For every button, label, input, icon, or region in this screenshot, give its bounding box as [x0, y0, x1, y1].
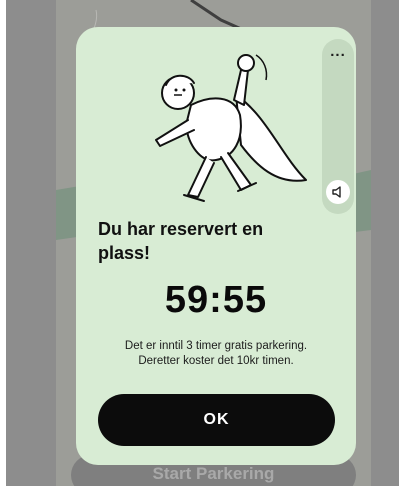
- volume-slider[interactable]: ...: [322, 39, 354, 214]
- app-screen: Start Parkering ... Du har reservert en …: [6, 0, 399, 486]
- celebrating-character-illustration: [155, 54, 307, 202]
- reservation-modal: ... Du har reservert en plass! 59:55 Det…: [76, 27, 356, 465]
- info-line-free: Det er inntil 3 timer gratis parkering.: [124, 340, 308, 352]
- ok-button[interactable]: OK: [98, 394, 335, 446]
- parking-info: Det er inntil 3 timer gratis parkering. …: [86, 339, 346, 369]
- modal-title: Du har reservert en plass!: [98, 219, 264, 263]
- more-options-icon[interactable]: ...: [322, 43, 354, 60]
- countdown-timer: 59:55: [164, 279, 268, 321]
- info-line-price: Deretter koster det 10kr timen.: [138, 355, 294, 367]
- speaker-icon[interactable]: [326, 180, 350, 204]
